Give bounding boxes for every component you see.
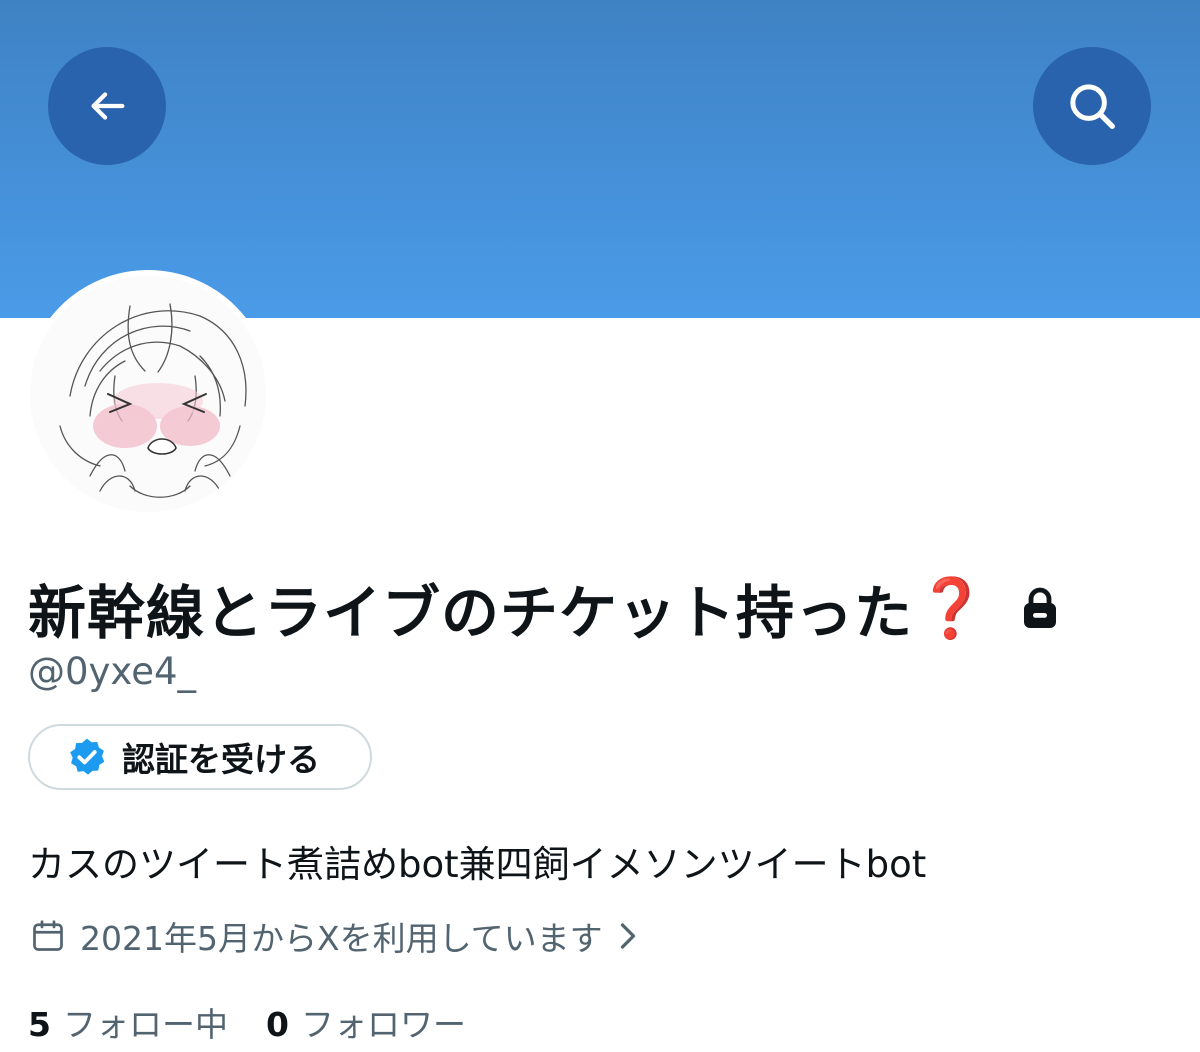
joined-date-text: 2021年5月からXを利用しています (80, 919, 603, 958)
profile-bio: カスのツイート煮詰めbot兼四飼イメソンツイートbot (28, 843, 927, 886)
user-handle: @0yxe4_ (28, 650, 196, 693)
lock-icon (1021, 586, 1059, 630)
calendar-icon (33, 920, 63, 951)
followers-link[interactable]: 0 フォロワー (266, 998, 466, 1046)
search-icon (1070, 84, 1115, 129)
following-label: フォロー中 (62, 1005, 228, 1044)
display-name-row: 新幹線とライブのチケット持った ❓ (28, 566, 1059, 650)
display-name: 新幹線とライブのチケット持った (28, 579, 914, 647)
joined-date-row[interactable]: 2021年5月からXを利用しています (30, 912, 639, 960)
profile-banner (0, 0, 1200, 318)
avatar[interactable] (24, 270, 272, 518)
avatar-image (30, 276, 266, 512)
get-verified-label: 認証を受ける (122, 740, 320, 779)
followers-count: 0 (265, 1005, 289, 1044)
search-button[interactable] (1033, 47, 1151, 165)
get-verified-button[interactable]: 認証を受ける (28, 724, 372, 790)
question-mark-emoji: ❓ (915, 573, 988, 642)
following-link[interactable]: 5 フォロー中 (28, 998, 228, 1046)
followers-label: フォロワー (300, 1005, 466, 1044)
following-count: 5 (28, 1005, 51, 1044)
follow-stats: 5 フォロー中 0 フォロワー (28, 998, 466, 1046)
back-button[interactable] (48, 47, 166, 165)
verified-badge-icon (70, 738, 105, 775)
arrow-left-icon (91, 92, 125, 120)
chevron-right-icon (617, 921, 639, 951)
